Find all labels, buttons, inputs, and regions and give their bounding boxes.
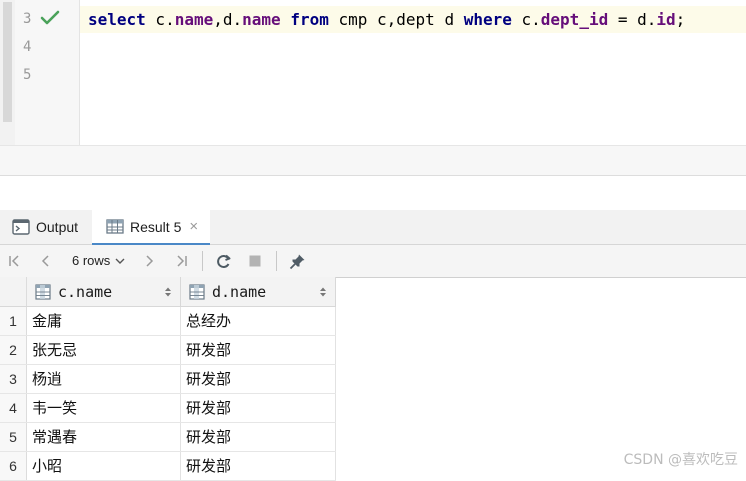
field-id: id xyxy=(656,10,676,29)
field-d-name: name xyxy=(242,10,281,29)
field-dept-id: dept_id xyxy=(540,10,609,29)
cell-d-name[interactable]: 研发部 xyxy=(181,336,336,364)
cell-d-name[interactable]: 研发部 xyxy=(181,452,336,480)
last-page-icon[interactable] xyxy=(172,252,190,270)
rows-count-label: 6 rows xyxy=(72,253,111,268)
pin-icon[interactable] xyxy=(288,252,306,270)
cell-c-name[interactable]: 杨逍 xyxy=(27,365,181,393)
column-header-d-name[interactable]: d.name xyxy=(181,277,336,306)
code-text: c. xyxy=(511,10,541,29)
toolbar-separator xyxy=(202,251,203,271)
code-text: ,d. xyxy=(213,10,243,29)
console-icon xyxy=(12,219,30,235)
watermark: CSDN @喜欢吃豆 xyxy=(623,452,738,468)
keyword-from: from xyxy=(290,10,329,29)
check-icon xyxy=(40,10,60,26)
line-number: 4 xyxy=(23,39,32,55)
results-tab-bar: Output Result 5 × xyxy=(0,210,746,245)
table-icon xyxy=(106,219,124,234)
editor-left-strip xyxy=(0,0,15,145)
tab-result-label: Result 5 xyxy=(130,218,182,235)
keyword-select: select xyxy=(88,10,146,29)
cell-c-name[interactable]: 韦一笑 xyxy=(27,394,181,422)
chevron-down-icon xyxy=(115,258,125,264)
tab-output[interactable]: Output xyxy=(12,210,78,244)
table-row[interactable]: 2 张无忌 研发部 xyxy=(0,336,336,365)
toolbar-separator xyxy=(276,251,277,271)
table-row[interactable]: 5 常遇春 研发部 xyxy=(0,423,336,452)
grid-header-row: c.name d.name xyxy=(0,277,336,307)
rows-count-dropdown[interactable]: 6 rows xyxy=(72,253,125,268)
keyword-where: where xyxy=(463,10,512,29)
panel-divider xyxy=(0,175,746,210)
sql-statement[interactable]: select c.name,d.name from cmp c,dept d w… xyxy=(88,10,685,29)
table-row[interactable]: 6 小昭 研发部 xyxy=(0,452,336,481)
sort-icon[interactable] xyxy=(319,286,327,298)
column-icon xyxy=(189,283,205,300)
cell-c-name[interactable]: 常遇春 xyxy=(27,423,181,451)
line-number: 3 xyxy=(23,11,32,27)
column-icon xyxy=(35,283,51,300)
cell-c-name[interactable]: 张无忌 xyxy=(27,336,181,364)
editor-footer xyxy=(0,145,746,176)
results-toolbar: 6 rows xyxy=(0,245,746,278)
refresh-icon[interactable] xyxy=(214,252,232,270)
tab-result-5[interactable]: Result 5 × xyxy=(92,210,211,245)
first-page-icon[interactable] xyxy=(6,252,24,270)
line-number-gutter: 3 4 5 xyxy=(15,0,80,145)
editor-scroll-marker xyxy=(3,2,12,122)
previous-page-icon[interactable] xyxy=(37,252,55,270)
cell-c-name[interactable]: 金庸 xyxy=(27,307,181,335)
row-number: 3 xyxy=(0,365,27,393)
field-c-name: name xyxy=(174,10,214,29)
column-header-label: d.name xyxy=(212,282,267,301)
sort-icon[interactable] xyxy=(164,286,172,298)
cell-d-name[interactable]: 研发部 xyxy=(181,423,336,451)
cell-d-name[interactable]: 研发部 xyxy=(181,394,336,422)
row-number-header xyxy=(0,277,27,306)
row-number: 2 xyxy=(0,336,27,364)
cell-d-name[interactable]: 总经办 xyxy=(181,307,336,335)
column-header-c-name[interactable]: c.name xyxy=(27,277,181,306)
row-number: 4 xyxy=(0,394,27,422)
cell-c-name[interactable]: 小昭 xyxy=(27,452,181,480)
code-text: c. xyxy=(145,10,175,29)
code-text: cmp c,dept d xyxy=(328,10,464,29)
row-number: 1 xyxy=(0,307,27,335)
sql-editor[interactable]: 3 4 5 select c.name,d.name from cmp c,de… xyxy=(0,0,746,145)
code-area[interactable]: select c.name,d.name from cmp c,dept d w… xyxy=(80,0,746,145)
next-page-icon[interactable] xyxy=(140,252,158,270)
code-text: = d. xyxy=(608,10,657,29)
row-number: 5 xyxy=(0,423,27,451)
stop-icon[interactable] xyxy=(246,252,264,270)
row-number: 6 xyxy=(0,452,27,480)
column-header-label: c.name xyxy=(58,282,113,301)
tab-output-label: Output xyxy=(36,219,79,235)
code-text: ; xyxy=(675,10,686,29)
table-row[interactable]: 1 金庸 总经办 xyxy=(0,307,336,336)
table-row[interactable]: 3 杨逍 研发部 xyxy=(0,365,336,394)
line-number: 5 xyxy=(23,67,32,83)
cell-d-name[interactable]: 研发部 xyxy=(181,365,336,393)
table-row[interactable]: 4 韦一笑 研发部 xyxy=(0,394,336,423)
close-icon[interactable]: × xyxy=(189,218,198,235)
